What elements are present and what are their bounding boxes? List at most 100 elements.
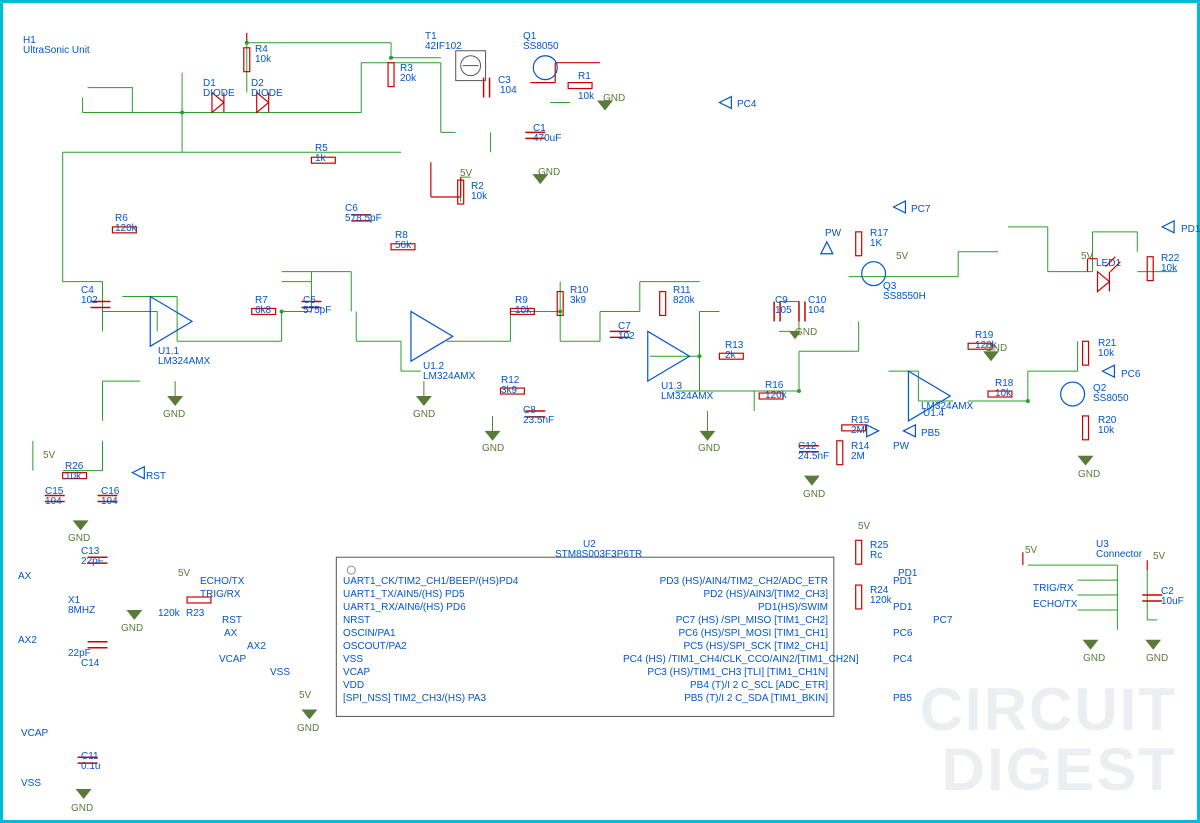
c10v: 104	[808, 305, 825, 316]
x1v: 8MHZ	[68, 605, 95, 616]
p6: OSCOUT/PA2	[343, 641, 407, 652]
p5: OSCIN/PA1	[343, 628, 396, 639]
p10: [SPI_NSS] TIM2_CH3/(HS) PA3	[343, 693, 486, 704]
r10v: 3k9	[570, 295, 586, 306]
gnd4: GND	[413, 409, 435, 420]
r1: R1	[578, 71, 591, 82]
pc4: PC4	[737, 99, 756, 110]
r8v: 56k	[395, 240, 411, 251]
r24v: 120k	[870, 595, 892, 606]
gnd12: GND	[121, 623, 143, 634]
p7: VSS	[343, 654, 363, 665]
gnd1: GND	[603, 93, 625, 104]
pr13: PC3 (HS)/TIM1_CH3 [TLI] [TIM1_CH1N]	[623, 667, 828, 678]
r21v: 10k	[1098, 348, 1114, 359]
5v4: 5V	[43, 450, 55, 461]
r17v: 1K	[870, 238, 882, 249]
pr14: PC4 (HS) /TIM1_CH4/CLK_CCO/AIN2/[TIM1_CH…	[623, 654, 828, 665]
pr20: PD3 (HS)/AIN4/TIM2_CH2/ADC_ETR	[623, 576, 828, 587]
conn-trig: TRIG/RX	[1033, 583, 1074, 594]
u12v: LM324AMX	[423, 371, 475, 382]
rs5: PC4	[893, 654, 912, 665]
c9v: 105	[775, 305, 792, 316]
c7v: 102	[618, 331, 635, 342]
mcu-echo: ECHO/TX	[200, 576, 244, 587]
pr12: PB4 (T)/I 2 C_SCL [ADC_ETR]	[623, 680, 828, 691]
gnd5: GND	[482, 443, 504, 454]
p1: UART1_CK/TIM2_CH1/BEEP/(HS)PD4	[343, 576, 518, 587]
r22v: 10k	[1161, 263, 1177, 274]
gnd14: GND	[297, 723, 319, 734]
c5v: 575pF	[303, 305, 331, 316]
r2v: 10k	[471, 191, 487, 202]
gnd6: GND	[698, 443, 720, 454]
pr17: PC7 (HS) /SPI_MISO [TIM1_CH2]	[623, 615, 828, 626]
c11v: 0.1u	[81, 761, 100, 772]
c13v: 22pF	[81, 556, 104, 567]
vss: VSS	[21, 778, 41, 789]
c6v: 578.5pF	[345, 213, 382, 224]
c14v: 22pF	[68, 648, 91, 659]
5v8: 5V	[1025, 545, 1037, 556]
pb5: PB5	[921, 428, 940, 439]
watermark: CIRCUITDIGEST	[920, 680, 1177, 800]
pc6: PC6	[1121, 369, 1140, 380]
q2-val: SS8050	[1093, 393, 1129, 404]
r5v: 1k	[315, 153, 326, 164]
led1-ref: LED1	[1096, 258, 1121, 269]
gnd8: GND	[803, 489, 825, 500]
mcu-ax: AX	[224, 628, 237, 639]
d1v: DIODE	[203, 88, 235, 99]
r6v: 120k	[115, 223, 137, 234]
rs2: PD1	[893, 602, 912, 613]
r1v: 10k	[578, 91, 594, 102]
mcu-ax2: AX2	[247, 641, 266, 652]
rs6: PB5	[893, 693, 912, 704]
u3v: Connector	[1096, 549, 1142, 560]
c12v: 24.5nF	[798, 451, 829, 462]
conn-echo: ECHO/TX	[1033, 599, 1077, 610]
mcu-vss: VSS	[270, 667, 290, 678]
q1-val: SS8050	[523, 41, 559, 52]
d2v: DIODE	[251, 88, 283, 99]
r4v: 10k	[255, 54, 271, 65]
5v9: 5V	[1153, 551, 1165, 562]
r16v: 120k	[765, 390, 787, 401]
r14v: 2M	[851, 451, 865, 462]
pc7: PC7	[911, 204, 930, 215]
c2v: 10uF	[1161, 596, 1184, 607]
gnd2: GND	[538, 167, 560, 178]
u11v: LM324AMX	[158, 356, 210, 367]
pr16: PC6 (HS)/SPI_MOSI [TIM1_CH1]	[623, 628, 828, 639]
pw: PW	[825, 228, 841, 239]
c15v: 104	[45, 496, 62, 507]
r25v: Rc	[870, 550, 882, 561]
rs4: PC6	[893, 628, 912, 639]
c4v: 102	[81, 295, 98, 306]
u13v: LM324AMX	[661, 391, 713, 402]
r23v: 120k	[158, 608, 180, 619]
5v2: 5V	[896, 251, 908, 262]
mcu-trig: TRIG/RX	[200, 589, 241, 600]
r15v: 2M	[851, 425, 865, 436]
rs1: PD1	[893, 576, 912, 587]
rs3: PC7	[933, 615, 952, 626]
h1-val: UltraSonic Unit	[23, 45, 90, 56]
gnd10: GND	[985, 343, 1007, 354]
r18v: 10k	[995, 388, 1011, 399]
q3-val: SS8550H	[883, 291, 926, 302]
r23: R23	[186, 608, 204, 619]
5v7: 5V	[858, 521, 870, 532]
pr15: PC5 (HS)/SPI_SCK [TIM2_CH1]	[623, 641, 828, 652]
pr11: PB5 (T)/I 2 C_SDA [TIM1_BKIN]	[623, 693, 828, 704]
p4: NRST	[343, 615, 370, 626]
5v6: 5V	[299, 690, 311, 701]
u14v: LM324AMX	[921, 401, 973, 412]
pd1: PD1	[1181, 224, 1200, 235]
ax2: AX2	[18, 635, 37, 646]
pr18: PD1(HS)/SWIM	[623, 602, 828, 613]
r26v: 10k	[65, 471, 81, 482]
5v3: 5V	[1081, 251, 1093, 262]
gnd7: GND	[795, 327, 817, 338]
p8: VCAP	[343, 667, 370, 678]
